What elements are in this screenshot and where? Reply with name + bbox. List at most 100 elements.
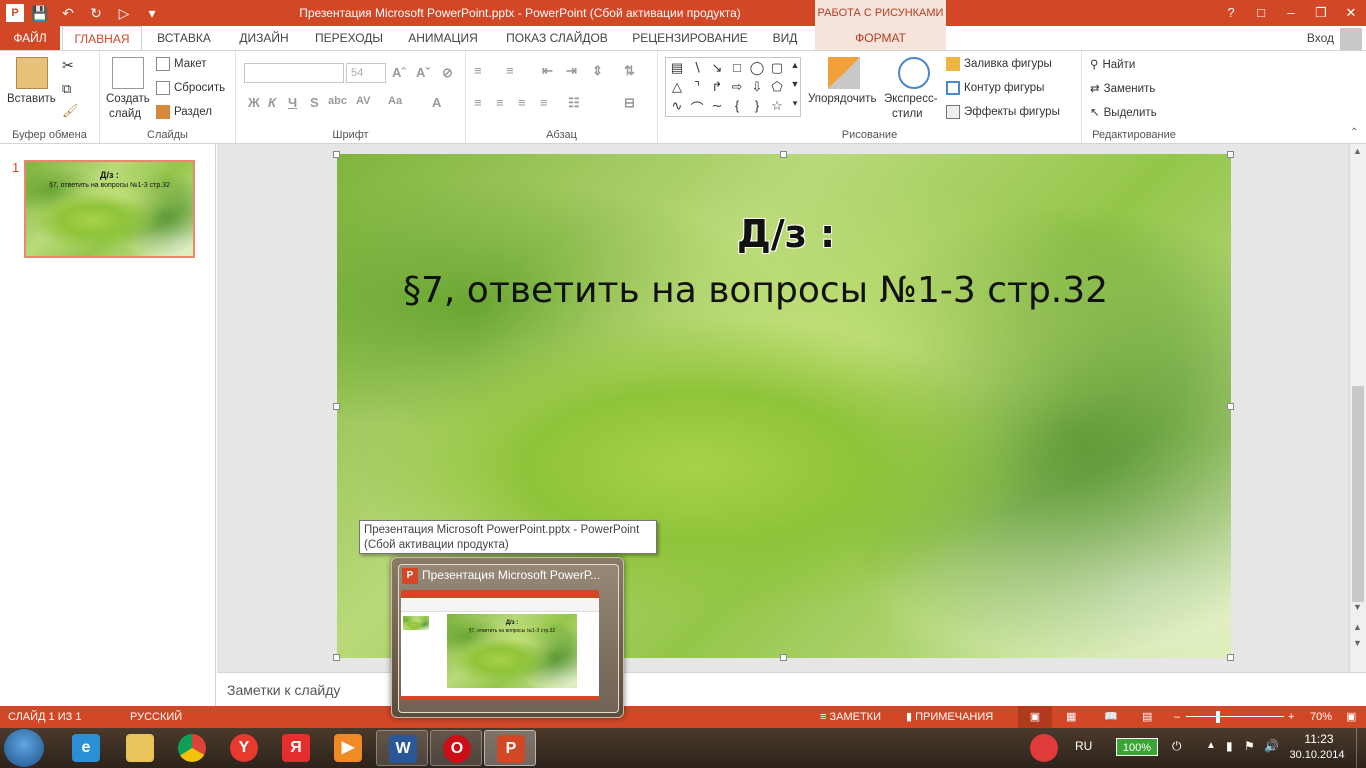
restore-button[interactable]: ❐ (1306, 0, 1336, 26)
font-name-field[interactable] (244, 63, 344, 83)
fit-slide-button[interactable]: ▣ (1346, 706, 1356, 728)
brace-right-shape-icon[interactable]: } (748, 98, 766, 113)
textbox-shape-icon[interactable]: ▤ (668, 60, 686, 76)
brace-left-shape-icon[interactable]: { (728, 98, 746, 113)
redo-icon[interactable]: ↻ (84, 2, 108, 24)
zoom-slider[interactable] (1186, 716, 1284, 717)
shapes-gallery[interactable]: ▤ ∖ ↘ □ ◯ ▢ △ ⌝ ↱ ⇨ ⇩ ⬠ ∿ ⌒ ∼ { } ☆ ▲ ▼ … (665, 57, 801, 117)
slide-title[interactable]: Д/з : (737, 212, 857, 256)
align-left-icon[interactable]: ≡ (474, 95, 482, 110)
arrow-shape-icon[interactable]: ↘ (708, 60, 726, 76)
next-slide-icon[interactable]: ▼ (1353, 638, 1362, 648)
shapes-scroll-up-icon[interactable]: ▲ (786, 60, 804, 70)
layout-button[interactable]: Макет (156, 57, 207, 71)
start-button[interactable] (4, 729, 44, 767)
tab-design[interactable]: ДИЗАЙН (226, 26, 302, 50)
clear-formatting-icon[interactable]: ⊘ (442, 65, 453, 81)
battery-indicator[interactable]: 100% (1116, 738, 1158, 756)
shape-effects-button[interactable]: Эффекты фигуры (946, 105, 1060, 119)
language-indicator[interactable]: РУССКИЙ (130, 706, 182, 728)
new-slide-button-line2[interactable]: слайд (109, 108, 141, 120)
elbow-arrow-icon[interactable]: ↱ (708, 79, 726, 95)
preview-thumbnail[interactable]: Д/з : §7, ответить на вопросы №1-3 стр.3… (401, 590, 599, 700)
tab-view[interactable]: ВИД (760, 26, 810, 50)
resize-handle[interactable] (1227, 403, 1234, 410)
resize-handle[interactable] (1227, 151, 1234, 158)
tray-app-icon[interactable] (1030, 734, 1058, 762)
decrease-indent-icon[interactable]: ⇤ (542, 63, 553, 79)
notes-placeholder[interactable]: Заметки к слайду (227, 682, 340, 698)
zoom-slider-thumb[interactable] (1216, 711, 1220, 723)
help-icon[interactable]: ? (1216, 0, 1246, 26)
arrange-icon[interactable] (828, 57, 860, 89)
close-button[interactable]: ✕ (1336, 0, 1366, 26)
tab-review[interactable]: РЕЦЕНЗИРОВАНИЕ (624, 26, 756, 50)
slideshow-view-button[interactable]: ▤ (1142, 706, 1152, 728)
line-shape-icon[interactable]: ∖ (688, 60, 706, 76)
notes-pane[interactable]: Заметки к слайду (217, 672, 1366, 706)
normal-view-button[interactable]: ▣ (1018, 706, 1052, 728)
show-desktop-button[interactable] (1356, 728, 1366, 768)
zoom-in-button[interactable]: + (1288, 706, 1294, 728)
copy-icon[interactable]: ⧉ (62, 81, 71, 97)
taskbar-yandex[interactable]: Я (270, 730, 322, 766)
pentagon-shape-icon[interactable]: ⬠ (768, 79, 786, 95)
slide-sorter-button[interactable]: ▦ (1066, 706, 1076, 728)
oval-shape-icon[interactable]: ◯ (748, 60, 766, 76)
taskbar-chrome[interactable] (166, 730, 218, 766)
format-painter-icon[interactable]: 🖌 (62, 103, 79, 119)
taskbar-media-player[interactable]: ▶ (322, 730, 374, 766)
select-button[interactable]: ↖ Выделить (1090, 105, 1157, 119)
customize-qat-icon[interactable]: ▾ (140, 2, 164, 24)
keyboard-language[interactable]: RU (1075, 739, 1092, 753)
previous-slide-icon[interactable]: ▲ (1353, 622, 1362, 632)
find-button[interactable]: ⚲ Найти (1090, 57, 1135, 71)
tab-transitions[interactable]: ПЕРЕХОДЫ (306, 26, 392, 50)
star-shape-icon[interactable]: ☆ (768, 98, 786, 114)
shapes-scroll-down-icon[interactable]: ▼ (786, 79, 804, 89)
clock-date[interactable]: 30.10.2014 (1282, 749, 1352, 761)
triangle-shape-icon[interactable]: △ (668, 79, 686, 95)
scroll-down-icon[interactable]: ▼ (1353, 602, 1362, 612)
taskbar-explorer[interactable] (114, 730, 166, 766)
shrink-font-icon[interactable]: Aˇ (416, 65, 430, 80)
curve-shape-icon[interactable]: ∿ (668, 98, 686, 114)
resize-handle[interactable] (1227, 654, 1234, 661)
text-direction-icon[interactable]: ⇅ (624, 63, 635, 79)
tab-home[interactable]: ГЛАВНАЯ (62, 26, 142, 51)
arc-shape-icon[interactable]: ⌒ (688, 98, 706, 117)
network-icon[interactable]: ▮ (1226, 739, 1233, 753)
volume-icon[interactable]: 🔊 (1264, 739, 1279, 753)
show-hidden-icons[interactable]: ▲ (1206, 740, 1216, 751)
grow-font-icon[interactable]: Aˆ (392, 65, 406, 80)
resize-handle[interactable] (780, 151, 787, 158)
reset-button[interactable]: Сбросить (156, 81, 225, 95)
section-button[interactable]: Раздел (156, 105, 212, 119)
collapse-ribbon-icon[interactable]: ⌃ (1350, 127, 1358, 138)
ribbon-display-options-icon[interactable]: □ (1246, 0, 1276, 26)
resize-handle[interactable] (333, 151, 340, 158)
bullets-icon[interactable]: ≡ (474, 63, 482, 78)
action-center-flag-icon[interactable]: ⚑ (1244, 739, 1255, 753)
comments-toggle[interactable]: ▮ ПРИМЕЧАНИЯ (906, 706, 993, 728)
shape-fill-button[interactable]: Заливка фигуры (946, 57, 1052, 71)
italic-button[interactable]: К (268, 95, 276, 110)
line-spacing-icon[interactable]: ⇕ (592, 63, 603, 79)
elbow-connector-icon[interactable]: ⌝ (688, 79, 706, 95)
tab-insert[interactable]: ВСТАВКА (146, 26, 222, 50)
shapes-more-icon[interactable]: ▾ (786, 98, 804, 109)
tab-animations[interactable]: АНИМАЦИЯ (396, 26, 490, 50)
avatar[interactable] (1340, 28, 1362, 50)
zoom-out-button[interactable]: – (1174, 706, 1180, 728)
taskbar-word[interactable]: W (376, 730, 428, 766)
slide-thumbnail[interactable]: Д/з : §7, ответить на вопросы №1-3 стр.3… (24, 160, 195, 258)
down-arrow-shape-icon[interactable]: ⇩ (748, 79, 766, 95)
scroll-up-icon[interactable]: ▲ (1353, 146, 1362, 156)
align-text-icon[interactable]: ⊟ (624, 95, 635, 111)
paste-button[interactable]: Вставить (7, 93, 56, 105)
zoom-level[interactable]: 70% (1310, 706, 1332, 728)
quick-styles-button-line1[interactable]: Экспресс- (884, 93, 938, 105)
save-icon[interactable]: 💾 (28, 2, 52, 24)
taskbar-opera[interactable]: O (430, 730, 482, 766)
taskbar-window-preview[interactable]: P Презентация Microsoft PowerP... Д/з : … (391, 557, 624, 718)
